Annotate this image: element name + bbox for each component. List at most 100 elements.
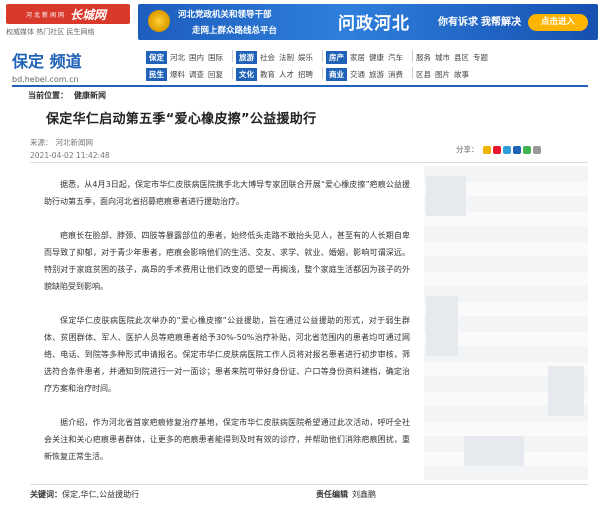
nav-item[interactable]: 城市	[435, 52, 450, 63]
channel-nav: 保定 河北 国内 国际 旅游 社会 法制 娱乐 房产 家居 健康 汽车 服务 城…	[146, 50, 600, 84]
top-banner: 河北新闻网 长城网 权威媒体 热门社区 民生网络 河北党政机关和领导干部 走网上…	[0, 0, 600, 44]
keywords-value[interactable]: 保定,华仁,公益援助行	[62, 490, 139, 499]
header-divider	[12, 85, 588, 87]
nav-item[interactable]: 法制	[279, 52, 294, 63]
nav-key-business[interactable]: 商业	[326, 68, 347, 81]
promo-tag-1: 你有诉求	[438, 17, 478, 28]
nav-row-2: 民生 爆料 调查 回复 文化 教育 人才 招聘 商业 交通 旅游 消费 区县 图…	[146, 67, 600, 82]
promo-line-1: 河北党政机关和领导干部	[178, 10, 272, 20]
nav-item[interactable]: 交通	[350, 69, 365, 80]
channel-header: 保定 频道 bd.hebei.com.cn 保定 河北 国内 国际 旅游 社会 …	[0, 46, 600, 84]
nav-row-1: 保定 河北 国内 国际 旅游 社会 法制 娱乐 房产 家居 健康 汽车 服务 城…	[146, 50, 600, 65]
article-body: 据悉，从4月3日起，保定市华仁皮肤病医院携手北大博导专家团联合开展“爱心橡皮擦”…	[44, 176, 410, 482]
channel-logo[interactable]: 保定 频道 bd.hebei.com.cn	[12, 48, 82, 84]
breadcrumb-current[interactable]: 健康新闻	[74, 91, 106, 100]
nav-divider	[322, 67, 323, 79]
nav-item[interactable]: 国内	[189, 52, 204, 63]
breadcrumb-label: 当前位置：	[28, 91, 68, 100]
article-paragraph: 保定华仁皮肤病医院此次举办的“爱心橡皮擦”公益援助，旨在通过公益援助的形式，对于…	[44, 316, 410, 393]
nav-item[interactable]: 教育	[260, 69, 275, 80]
nav-item[interactable]: 消费	[388, 69, 403, 80]
nav-key-baoding[interactable]: 保定	[146, 51, 167, 64]
responsible-editor: 责任编辑 刘鑫鹏	[316, 489, 376, 500]
nav-item[interactable]: 专题	[473, 52, 488, 63]
nav-item[interactable]: 县区	[454, 52, 469, 63]
channel-name: 保定 频道	[12, 52, 82, 71]
promo-headline: 问政河北	[338, 14, 410, 34]
nav-item[interactable]: 汽车	[388, 52, 403, 63]
nav-divider	[412, 50, 413, 62]
nav-item[interactable]: 家居	[350, 52, 365, 63]
tencent-weibo-icon[interactable]	[502, 145, 511, 154]
nav-divider	[232, 67, 233, 79]
blurred-block	[548, 366, 584, 416]
nav-item[interactable]: 招聘	[298, 69, 313, 80]
article-header: 保定华仁启动第五季“爱心橡皮擦”公益援助行 来源： 河北新闻网 2021-04-0…	[30, 106, 408, 162]
blurred-sidebar	[424, 166, 588, 480]
promo-banner[interactable]: 河北党政机关和领导干部 走网上群众路线总平台 问政河北 你有诉求 我帮解决 点击…	[138, 4, 598, 40]
article-title: 保定华仁启动第五季“爱心橡皮擦”公益援助行	[46, 112, 317, 127]
share-label: 分享：	[456, 145, 479, 154]
nav-group-tail: 区县 图片 故事	[416, 67, 473, 82]
breadcrumb: 当前位置： 健康新闻	[28, 90, 106, 101]
nav-group: 旅游 社会 法制 娱乐	[236, 50, 317, 65]
logo-main-text: 长城网	[70, 8, 107, 22]
nav-item[interactable]: 回复	[208, 69, 223, 80]
blurred-block	[426, 296, 458, 356]
wechat-icon[interactable]	[522, 145, 531, 154]
nav-item[interactable]: 服务	[416, 52, 431, 63]
nav-item[interactable]: 图片	[435, 69, 450, 80]
article-paragraph: 据悉，从4月3日起，保定市华仁皮肤病医院携手北大博导专家团联合开展“爱心橡皮擦”…	[44, 180, 410, 206]
promo-tag-2: 我帮解决	[481, 17, 521, 28]
site-slogan: 权威媒体 热门社区 民生网络	[6, 28, 95, 36]
article-paragraph: 据介绍，作为河北省首家疤痕修复治疗基地，保定市华仁皮肤病医院希望通过此次活动，呼…	[44, 418, 410, 461]
nav-group: 文化 教育 人才 招聘	[236, 67, 317, 82]
nav-key-travel[interactable]: 旅游	[236, 51, 257, 64]
article-meta: 来源： 河北新闻网 2021-04-02 11:42:48	[30, 136, 408, 162]
keywords-label: 关键词：	[30, 490, 62, 499]
weibo-icon[interactable]	[492, 145, 501, 154]
nav-divider	[412, 67, 413, 79]
nav-group-tail: 服务 城市 县区 专题	[416, 50, 492, 65]
nav-divider	[322, 50, 323, 62]
content-divider	[30, 162, 588, 163]
source-label: 来源：	[30, 138, 53, 147]
nav-divider	[232, 50, 233, 62]
nav-item[interactable]: 娱乐	[298, 52, 313, 63]
nav-key-livelihood[interactable]: 民生	[146, 68, 167, 81]
nav-item[interactable]: 人才	[279, 69, 294, 80]
nav-item[interactable]: 河北	[170, 52, 185, 63]
channel-url: bd.hebei.com.cn	[12, 75, 79, 84]
logo-sub-text: 河北新闻网	[26, 12, 67, 19]
article-keywords: 关键词：保定,华仁,公益援助行	[30, 489, 139, 500]
editor-label: 责任编辑	[316, 490, 348, 499]
nav-item[interactable]: 爆料	[170, 69, 185, 80]
nav-item[interactable]: 国际	[208, 52, 223, 63]
nav-item[interactable]: 旅游	[369, 69, 384, 80]
source-name[interactable]: 河北新闻网	[56, 138, 94, 147]
nav-group: 保定 河北 国内 国际	[146, 50, 227, 65]
nav-group: 房产 家居 健康 汽车	[326, 50, 407, 65]
share-bar: 分享：	[456, 144, 543, 155]
publish-datetime: 2021-04-02 11:42:48	[30, 151, 110, 160]
footer-divider	[30, 484, 588, 485]
qzone-icon[interactable]	[482, 145, 491, 154]
nav-group: 商业 交通 旅游 消费	[326, 67, 407, 82]
blurred-block	[464, 436, 524, 466]
nav-item[interactable]: 区县	[416, 69, 431, 80]
nav-item[interactable]: 健康	[369, 52, 384, 63]
editor-name: 刘鑫鹏	[352, 490, 376, 499]
promo-enter-button[interactable]: 点击进入	[528, 14, 588, 31]
more-icon[interactable]	[532, 145, 541, 154]
nav-item[interactable]: 故事	[454, 69, 469, 80]
nav-key-culture[interactable]: 文化	[236, 68, 257, 81]
promo-line-2: 走网上群众路线总平台	[192, 26, 278, 36]
nav-item[interactable]: 社会	[260, 52, 275, 63]
party-emblem-icon	[148, 10, 170, 32]
renren-icon[interactable]	[512, 145, 521, 154]
nav-item[interactable]: 调查	[189, 69, 204, 80]
article-paragraph: 疤痕长在脸部、脖颈、四肢等暴露部位的患者，始终低头走路不敢抬头见人，甚至有的人长…	[44, 231, 410, 291]
site-logo[interactable]: 河北新闻网 长城网	[6, 4, 130, 24]
nav-key-property[interactable]: 房产	[326, 51, 347, 64]
blurred-block	[426, 176, 466, 216]
